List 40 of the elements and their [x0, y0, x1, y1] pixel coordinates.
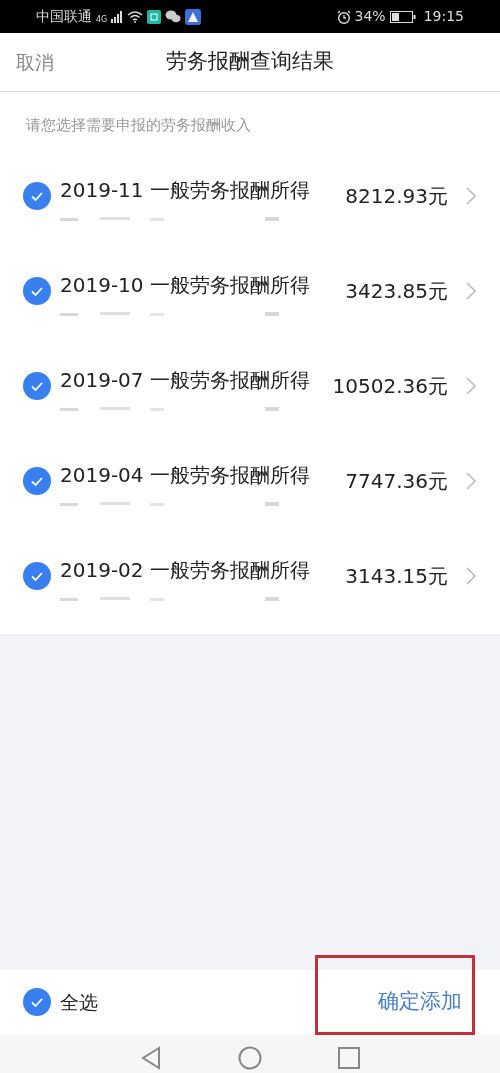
chevron-right-icon[interactable] [464, 185, 478, 207]
income-title: 2019-02 一般劳务报酬所得 [60, 557, 311, 584]
checkbox[interactable] [22, 561, 52, 591]
income-amount: 8212.93元 [345, 183, 448, 210]
chevron-right-icon[interactable] [464, 565, 478, 587]
select-all-label[interactable]: 全选 [60, 987, 98, 1017]
app-icon [147, 9, 162, 24]
checkbox[interactable] [22, 987, 52, 1017]
network-type: 4G [96, 14, 108, 26]
checkbox[interactable] [22, 181, 52, 211]
wifi-icon [127, 10, 144, 23]
hint-text: 请您选择需要申报的劳务报酬收入 [0, 92, 500, 149]
app-icon [185, 8, 202, 25]
income-title: 2019-07 一般劳务报酬所得 [60, 367, 311, 394]
page-title: 劳务报酬查询结果 [166, 48, 334, 76]
cancel-button[interactable]: 取消 [16, 47, 54, 77]
checkbox[interactable] [22, 371, 52, 401]
income-amount: 10502.36元 [332, 373, 448, 400]
chevron-right-icon[interactable] [464, 280, 478, 302]
home-icon[interactable] [238, 1045, 262, 1070]
income-title: 2019-11 一般劳务报酬所得 [60, 177, 311, 204]
chevron-right-icon[interactable] [464, 470, 478, 492]
back-icon[interactable] [140, 1045, 162, 1070]
battery-percent: 34% [354, 7, 386, 26]
checkbox[interactable] [22, 276, 52, 306]
alarm-icon [336, 9, 351, 24]
battery-icon [389, 10, 416, 23]
income-amount: 3423.85元 [345, 278, 448, 305]
carrier-name: 中国联通 [36, 7, 92, 26]
income-amount: 3143.15元 [345, 563, 448, 590]
recents-icon[interactable] [338, 1046, 360, 1069]
signal-icon [111, 10, 124, 23]
income-title: 2019-04 一般劳务报酬所得 [60, 462, 311, 489]
confirm-add-button[interactable]: 确定添加 [378, 986, 462, 1018]
chevron-right-icon[interactable] [464, 375, 478, 397]
income-title: 2019-10 一般劳务报酬所得 [60, 272, 311, 299]
checkbox[interactable] [22, 466, 52, 496]
clock-time: 19:15 [423, 7, 464, 26]
chat-icon [165, 10, 182, 23]
income-amount: 7747.36元 [345, 468, 448, 495]
